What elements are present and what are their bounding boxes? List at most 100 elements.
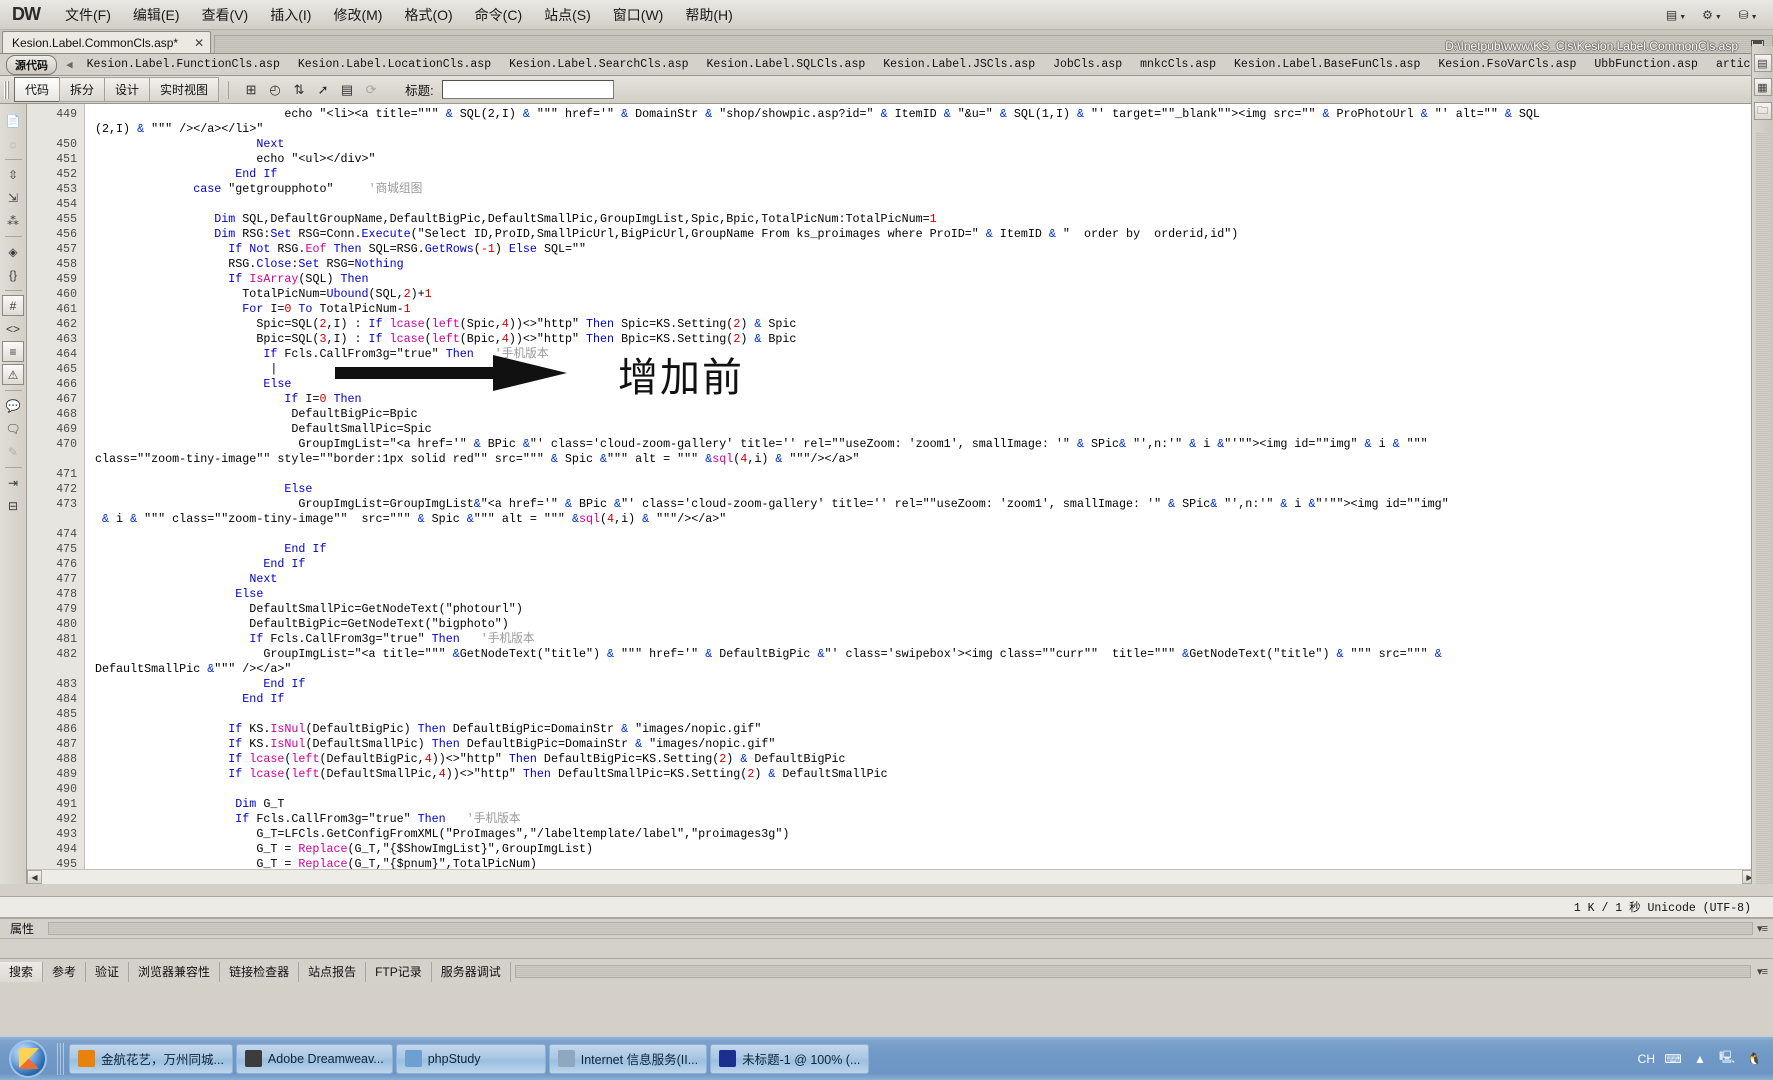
show-hidden-icons-icon[interactable]: ▲ [1691, 1051, 1709, 1067]
insert-panel-icon[interactable]: ▤ [1753, 54, 1772, 72]
view-split[interactable]: 拆分 [59, 77, 106, 102]
code-line[interactable]: End If [95, 692, 1758, 707]
related-file-0[interactable]: Kesion.Label.FunctionCls.asp [78, 58, 289, 71]
move-or-convert-css-icon[interactable]: ✎ [2, 441, 24, 462]
code-line[interactable]: echo "<ul></div>" [95, 152, 1758, 167]
toolbar-grip[interactable] [4, 80, 9, 99]
live-code-icon[interactable]: ⊞ [239, 79, 263, 101]
taskbar-item-dreamweaver[interactable]: Adobe Dreamweav... [235, 1043, 393, 1074]
menu-file[interactable]: 文件(F) [54, 0, 122, 30]
code-line[interactable]: GroupImgList="<a title=""" &GetNodeText(… [95, 647, 1758, 662]
site-setup-icon[interactable]: ⛁ ▼ [1731, 4, 1765, 26]
document-tab[interactable]: Kesion.Label.CommonCls.asp* ✕ [2, 31, 212, 53]
view-code[interactable]: 代码 [14, 77, 61, 102]
network-icon[interactable]: 🖳 [1718, 1050, 1736, 1067]
code-line[interactable]: & i & """ class=""zoom-tiny-image"" src=… [95, 512, 1758, 527]
extend-gear-icon[interactable]: ⚙ ▼ [1695, 4, 1729, 26]
menu-edit[interactable]: 编辑(E) [122, 0, 191, 30]
code-line[interactable]: echo "<li><a title=""" & SQL(2,I) & """ … [95, 107, 1758, 122]
code-line[interactable] [95, 707, 1758, 722]
code-line[interactable]: If Fcls.CallFrom3g="true" Then '手机版本 [95, 347, 1758, 362]
select-parent-tag-icon[interactable]: ◈ [2, 241, 24, 262]
related-file-6[interactable]: mnkcCls.asp [1131, 58, 1225, 71]
code-line[interactable]: If lcase(left(DefaultBigPic,4))<>"http" … [95, 752, 1758, 767]
code-line[interactable]: If KS.IsNul(DefaultBigPic) Then DefaultB… [95, 722, 1758, 737]
close-icon[interactable]: ✕ [194, 36, 204, 50]
page-title-input[interactable] [441, 80, 614, 99]
ime-indicator[interactable]: CH [1638, 1052, 1655, 1066]
indent-code-icon[interactable]: ⇥ [2, 472, 24, 493]
horizontal-scroll-track[interactable] [42, 870, 1742, 884]
view-design[interactable]: 设计 [104, 77, 151, 102]
code-line[interactable]: DefaultBigPic=GetNodeText("bigphoto") [95, 617, 1758, 632]
related-file-5[interactable]: JobCls.asp [1044, 58, 1131, 71]
results-tab-search[interactable]: 搜索 [0, 961, 44, 982]
code-line[interactable]: DefaultSmallPic=GetNodeText("photourl") [95, 602, 1758, 617]
keyboard-icon[interactable]: ⌨ [1664, 1051, 1682, 1067]
wrap-tag-icon[interactable]: 💬 [2, 395, 24, 416]
check-browser-icon[interactable]: ▤ [335, 79, 359, 101]
related-file-2[interactable]: Kesion.Label.SearchCls.asp [500, 58, 697, 71]
line-numbers-icon[interactable]: # [2, 295, 24, 316]
code-line[interactable]: TotalPicNum=Ubound(SQL,2)+1 [95, 287, 1758, 302]
code-line[interactable]: If Fcls.CallFrom3g="true" Then '手机版本 [95, 632, 1758, 647]
code-line[interactable]: For I=0 To TotalPicNum-1 [95, 302, 1758, 317]
menu-site[interactable]: 站点(S) [533, 0, 602, 30]
expand-all-icon[interactable]: ⁂ [2, 210, 24, 231]
files-panel-icon[interactable]: 🗀 [1753, 102, 1772, 120]
related-file-9[interactable]: UbbFunction.asp [1585, 58, 1707, 71]
taskbar-item-browser[interactable]: 金航花艺，万州同城... [69, 1043, 233, 1074]
related-file-3[interactable]: Kesion.Label.SQLCls.asp [698, 58, 875, 71]
menu-help[interactable]: 帮助(H) [674, 0, 743, 30]
code-line[interactable] [95, 527, 1758, 542]
code-line[interactable]: Spic=SQL(2,I) : If lcase(left(Spic,4))<>… [95, 317, 1758, 332]
code-horizontal-scrollbar[interactable]: ◀ ▶ [27, 869, 1757, 884]
format-source-code-icon[interactable]: ⊟ [2, 495, 24, 516]
menu-format[interactable]: 格式(O) [393, 0, 463, 30]
code-line[interactable]: case "getgroupphoto" '商城组图 [95, 182, 1758, 197]
recent-snippets-icon[interactable]: 🗨 [2, 418, 24, 439]
code-line[interactable] [95, 467, 1758, 482]
code-text[interactable]: echo "<li><a title=""" & SQL(2,I) & """ … [85, 104, 1758, 884]
refresh-icon[interactable]: ⟳ [359, 79, 383, 101]
taskbar-item-phpstudy[interactable]: phpStudy [395, 1043, 546, 1074]
code-view[interactable]: 449 450 451 452 453 454 455 456 457 458 459 460 461 4… [27, 104, 1758, 884]
code-line[interactable]: Dim RSG:Set RSG=Conn.Execute("Select ID,… [95, 227, 1758, 242]
code-line[interactable]: If lcase(left(DefaultSmallPic,4))<>"http… [95, 767, 1758, 782]
code-line[interactable]: Else [95, 482, 1758, 497]
code-line[interactable]: DefaultBigPic=Bpic [95, 407, 1758, 422]
code-line[interactable]: class=""zoom-tiny-image"" style=""border… [95, 452, 1758, 467]
related-file-7[interactable]: Kesion.Label.BaseFunCls.asp [1225, 58, 1429, 71]
results-tab-browser-compat[interactable]: 浏览器兼容性 [129, 961, 221, 982]
code-line[interactable] [95, 197, 1758, 212]
related-file-8[interactable]: Kesion.FsoVarCls.asp [1429, 58, 1585, 71]
code-line[interactable]: Next [95, 572, 1758, 587]
menu-modify[interactable]: 修改(M) [322, 0, 393, 30]
chevron-left-icon[interactable]: ◀ [61, 58, 78, 72]
related-file-1[interactable]: Kesion.Label.LocationCls.asp [289, 58, 500, 71]
live-view-options-icon[interactable]: ⇅ [287, 79, 311, 101]
remove-comment-icon[interactable]: ⚠ [2, 364, 24, 385]
code-line[interactable]: Bpic=SQL(3,I) : If lcase(left(Bpic,4))<>… [95, 332, 1758, 347]
code-line[interactable]: If KS.IsNul(DefaultSmallPic) Then Defaul… [95, 737, 1758, 752]
code-line[interactable]: G_T = Replace(G_T,"{$ShowImgList}",Group… [95, 842, 1758, 857]
collapse-selection-icon[interactable]: ⇲ [2, 187, 24, 208]
results-tab-server-debug[interactable]: 服务器调试 [432, 961, 511, 982]
highlight-invalid-code-icon[interactable]: <> [2, 318, 24, 339]
show-code-navigator-icon[interactable]: ☼ [2, 133, 24, 154]
collapse-results-icon[interactable]: ▾≡ [1757, 965, 1768, 978]
results-tab-link-checker[interactable]: 链接检查器 [220, 961, 300, 982]
menu-window[interactable]: 窗口(W) [602, 0, 675, 30]
code-line[interactable]: If IsArray(SQL) Then [95, 272, 1758, 287]
css-styles-panel-icon[interactable]: ▦ [1753, 78, 1772, 96]
source-code-button[interactable]: 源代码 [6, 54, 57, 75]
collapse-properties-icon[interactable]: ▾≡ [1757, 922, 1768, 935]
related-file-4[interactable]: Kesion.Label.JSCls.asp [874, 58, 1044, 71]
code-line[interactable] [95, 782, 1758, 797]
code-line[interactable]: If I=0 Then [95, 392, 1758, 407]
code-line[interactable]: | [95, 362, 1758, 377]
code-line[interactable]: End If [95, 542, 1758, 557]
code-line[interactable]: Next [95, 137, 1758, 152]
apply-comment-icon[interactable]: ≡ [2, 341, 24, 362]
code-line[interactable]: GroupImgList="<a href='" & BPic &"' clas… [95, 437, 1758, 452]
